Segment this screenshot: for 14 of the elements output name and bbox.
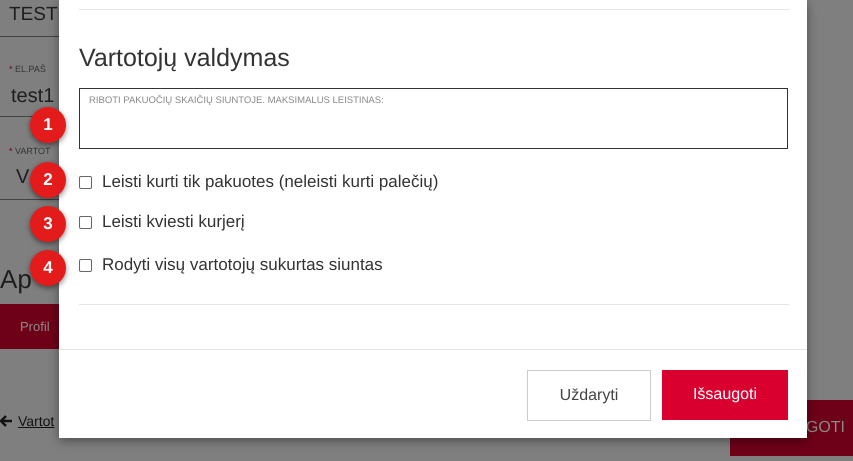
checkbox-label: Leisti kurti tik pakuotes (neleisti kurti palečių)	[102, 172, 438, 192]
field-label: * VARTOT	[9, 146, 51, 156]
field-label: * EL.PAŠ	[9, 64, 46, 74]
step-marker: 4	[30, 250, 66, 286]
step-marker: 3	[30, 206, 66, 242]
step-marker: 2	[30, 162, 66, 198]
checkbox-label: Rodyti visų vartotojų sukurtas siuntas	[102, 255, 383, 275]
field-value: TEST	[9, 4, 58, 25]
field-value: V	[16, 166, 30, 188]
field-value: test1	[11, 85, 54, 107]
modal-title: Vartotojų valdymas	[79, 44, 290, 73]
checkbox-label: Leisti kviesti kurjerį	[102, 212, 245, 232]
section-heading: Ap	[0, 264, 32, 294]
step-marker: 1	[30, 107, 66, 143]
